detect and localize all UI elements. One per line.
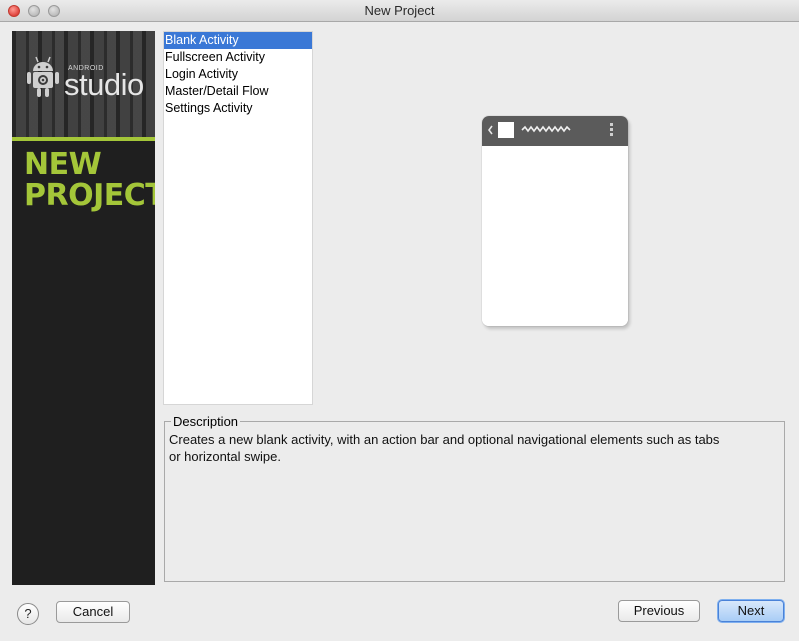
previous-button[interactable]: Previous bbox=[618, 600, 700, 622]
preview-action-bar-icons bbox=[488, 122, 613, 138]
close-window-button[interactable] bbox=[8, 5, 20, 17]
overflow-menu-icon bbox=[610, 123, 613, 136]
description-legend: Description bbox=[173, 414, 239, 429]
description-panel: Description Creates a new blank activity… bbox=[164, 414, 785, 582]
description-text-line1: Creates a new blank activity, with an ac… bbox=[169, 432, 720, 447]
template-item-blank-activity[interactable]: Blank Activity bbox=[164, 32, 312, 49]
activity-template-list[interactable]: Blank Activity Fullscreen Activity Login… bbox=[163, 31, 313, 405]
cancel-button[interactable]: Cancel bbox=[56, 601, 130, 623]
window-titlebar: New Project bbox=[0, 0, 799, 22]
minimize-window-button[interactable] bbox=[28, 5, 40, 17]
zoom-window-button[interactable] bbox=[48, 5, 60, 17]
template-item-login-activity[interactable]: Login Activity bbox=[164, 66, 312, 83]
template-item-settings-activity[interactable]: Settings Activity bbox=[164, 100, 312, 117]
back-chevron-icon bbox=[488, 125, 493, 135]
help-button[interactable]: ? bbox=[17, 603, 39, 625]
window-title: New Project bbox=[364, 3, 435, 18]
template-preview bbox=[482, 116, 628, 326]
sidebar-divider bbox=[12, 137, 155, 141]
preview-action-bar bbox=[482, 116, 628, 146]
android-robot-icon bbox=[27, 56, 59, 97]
app-icon bbox=[498, 122, 514, 138]
logo-studio-text: studio bbox=[64, 67, 144, 102]
wizard-sidebar: ANDROID studio NEW PROJECT bbox=[12, 31, 155, 585]
template-item-master-detail-flow[interactable]: Master/Detail Flow bbox=[164, 83, 312, 100]
wizard-heading: NEW PROJECT bbox=[24, 147, 155, 213]
android-studio-banner: ANDROID studio bbox=[12, 31, 155, 137]
title-squiggle-icon bbox=[521, 125, 571, 133]
template-item-fullscreen-activity[interactable]: Fullscreen Activity bbox=[164, 49, 312, 66]
description-text: Creates a new blank activity, with an ac… bbox=[169, 429, 780, 465]
description-text-line2: or horizontal swipe. bbox=[169, 449, 281, 464]
wizard-heading-line1: NEW bbox=[24, 147, 102, 182]
wizard-heading-line2: PROJECT bbox=[24, 178, 155, 213]
preview-content-area bbox=[482, 146, 628, 326]
next-button[interactable]: Next bbox=[718, 600, 784, 622]
